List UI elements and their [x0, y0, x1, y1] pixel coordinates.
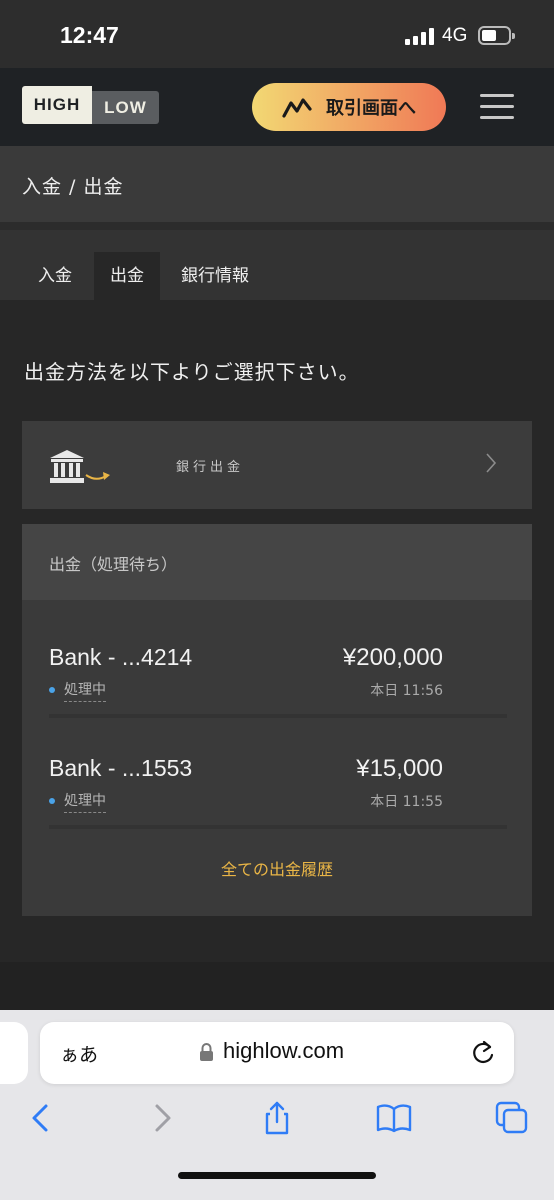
home-indicator[interactable] [178, 1172, 376, 1179]
forward-icon[interactable] [143, 1100, 179, 1136]
pending-item-name: Bank - ...1553 [49, 755, 193, 781]
battery-icon [478, 26, 515, 45]
pending-withdrawals-card: 出金（処理待ち） Bank - ...4214 ¥200,000 処理中 本日 … [22, 524, 532, 916]
pending-item-time: 本日 11:55 [370, 794, 443, 810]
pending-item-name: Bank - ...4214 [49, 644, 193, 670]
page-settings-button[interactable]: ぁあ [60, 1040, 98, 1067]
tabs-icon[interactable] [494, 1100, 530, 1136]
back-icon[interactable] [24, 1100, 60, 1136]
share-icon[interactable] [259, 1100, 295, 1136]
pending-item-amount: ¥200,000 [342, 644, 443, 671]
status-bar: 12:47 4G [0, 0, 554, 68]
page: 12:47 4G HIGH LOW 取引画面へ 入金 / 出金 入金 出金 銀行… [0, 0, 554, 1200]
highlow-logo[interactable]: HIGH LOW [22, 86, 159, 124]
breadcrumb-bar: 入金 / 出金 [0, 146, 554, 222]
tab-bank-info[interactable]: 銀行情報 [165, 252, 265, 300]
tab-deposit[interactable]: 入金 [22, 252, 88, 300]
breadcrumb: 入金 / 出金 [22, 176, 124, 198]
chevron-right-icon [486, 453, 497, 473]
previous-tab-peek[interactable] [0, 1022, 28, 1084]
network-type: 4G [442, 25, 468, 46]
pending-item-status: 処理中 [64, 679, 106, 702]
pending-item-time: 本日 11:56 [370, 683, 443, 699]
status-time: 12:47 [60, 22, 119, 48]
row-divider [49, 714, 507, 718]
zigzag-chart-icon [282, 98, 312, 118]
pending-item[interactable]: Bank - ...1553 ¥15,000 処理中 本日 11:55 [49, 719, 507, 829]
bookmarks-icon[interactable] [376, 1100, 412, 1136]
hamburger-menu-icon[interactable] [480, 94, 514, 120]
pending-header: 出金（処理待ち） [22, 524, 532, 600]
bank-withdraw-label: 銀行出金 [176, 460, 245, 475]
status-dot-icon [49, 687, 55, 693]
signal-bars-icon [405, 27, 435, 45]
pending-title: 出金（処理待ち） [49, 555, 178, 574]
bank-withdraw-option[interactable]: 銀行出金 [22, 421, 532, 509]
trade-button-label: 取引画面へ [326, 98, 416, 119]
instruction-text: 出金方法を以下よりご選択下さい。 [24, 360, 360, 384]
status-dot-icon [49, 798, 55, 804]
footer-strip [0, 962, 554, 1010]
address-bar[interactable]: ぁあ highlow.com [40, 1022, 514, 1084]
trade-screen-button[interactable]: 取引画面へ [252, 83, 446, 131]
tab-bar: 入金 出金 銀行情報 [0, 230, 554, 300]
reload-icon[interactable] [470, 1039, 496, 1067]
pending-item[interactable]: Bank - ...4214 ¥200,000 処理中 本日 11:56 [49, 608, 507, 718]
tab-withdraw[interactable]: 出金 [94, 252, 160, 300]
bank-building-icon [50, 450, 110, 483]
logo-high-text: HIGH [22, 86, 92, 124]
pending-item-amount: ¥15,000 [356, 755, 443, 782]
site-header: HIGH LOW 取引画面へ [0, 68, 554, 146]
row-divider [49, 825, 507, 829]
all-withdraw-history-link[interactable]: 全ての出金履歴 [22, 856, 532, 880]
logo-low-text: LOW [92, 91, 159, 124]
pending-item-status: 処理中 [64, 790, 106, 813]
lock-icon [200, 1043, 213, 1061]
withdraw-panel: 出金方法を以下よりご選択下さい。 銀行出金 出金（処理待ち） Bank - ..… [0, 300, 554, 962]
url-text: highlow.com [223, 1038, 345, 1063]
